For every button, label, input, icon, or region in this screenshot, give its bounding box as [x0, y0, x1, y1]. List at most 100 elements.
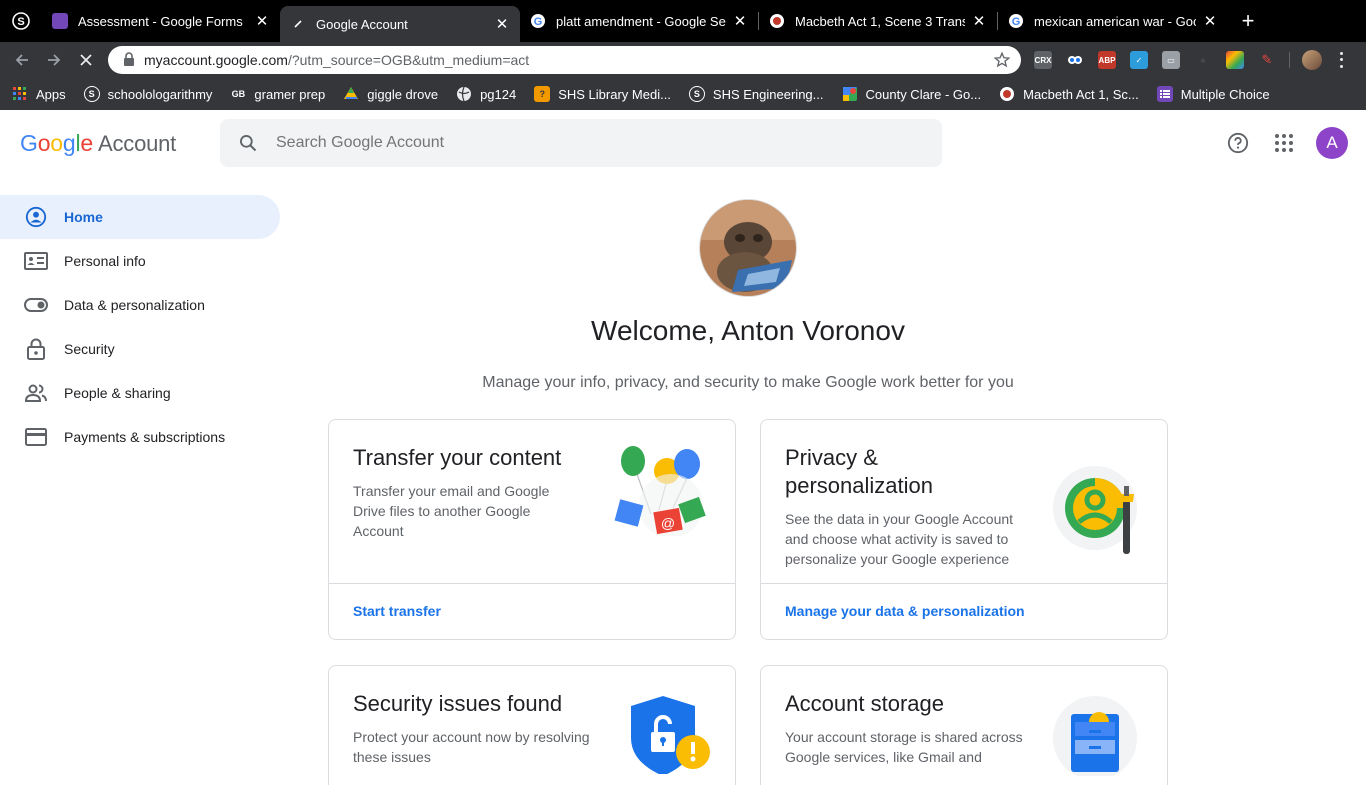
forward-button[interactable]	[38, 44, 70, 76]
balloons-illustration-icon: @	[611, 444, 711, 541]
bookmark-pg124[interactable]: pg124	[456, 86, 516, 102]
close-icon[interactable]: ✕	[494, 15, 510, 33]
google-account-page: GoogleAccount A Home Personal info	[0, 110, 1366, 785]
toolbar-separator	[1289, 52, 1290, 68]
back-button[interactable]	[6, 44, 38, 76]
card-description: See the data in your Google Account and …	[785, 511, 1014, 567]
bookmark-label: Macbeth Act 1, Sc...	[1023, 86, 1139, 102]
svg-text:G: G	[534, 16, 543, 28]
bookmark-star-icon[interactable]	[993, 51, 1011, 72]
lock-icon[interactable]	[114, 51, 144, 69]
manage-data-link[interactable]: Manage your data & personalization	[785, 603, 1025, 619]
bookmark-shs-engineering[interactable]: S SHS Engineering...	[688, 86, 824, 102]
profile-photo[interactable]	[699, 199, 797, 297]
bookmark-label: pg124	[480, 86, 517, 102]
tab-platt-amendment[interactable]: G platt amendment - Google Sea ✕	[520, 0, 758, 42]
lock-icon	[24, 337, 48, 361]
sidebar-item-payments[interactable]: Payments & subscriptions	[0, 415, 280, 459]
bookmark-gramer-prep[interactable]: GB gramer prep	[230, 86, 326, 102]
bookmark-multiple-choice[interactable]: Multiple Choice	[1156, 86, 1270, 102]
drive-icon	[343, 86, 359, 102]
account-storage-card: Account storage Your account storage is …	[760, 665, 1168, 785]
bookmarks-bar: Apps Sschoolologarithmy GB gramer prep gi…	[0, 78, 1366, 110]
close-icon[interactable]: ✕	[254, 12, 270, 30]
card-footer: Manage your data & personalization	[761, 583, 1167, 639]
card-description: Transfer your email and Google Drive fil…	[353, 483, 550, 539]
browser-tab-strip: S Assessment - Google Forms ✕ Google Acc…	[0, 0, 1366, 42]
tab-assessment[interactable]: Assessment - Google Forms ✕	[42, 0, 280, 42]
check-extension-icon[interactable]: ✓	[1130, 51, 1148, 69]
card-title: Security issues found	[353, 691, 563, 716]
google-account-logo[interactable]: Google Account	[20, 130, 176, 157]
bookmark-label: schoolologarithmy	[107, 86, 213, 102]
tab-macbeth[interactable]: Macbeth Act 1, Scene 3 Transla ✕	[759, 0, 997, 42]
owl-extension-icon[interactable]	[1066, 51, 1084, 69]
bookmark-apps[interactable]: Apps	[12, 86, 66, 102]
bookmark-label: SHS Engineering...	[712, 86, 824, 102]
sidebar-item-label: Personal info	[64, 253, 146, 269]
account-avatar[interactable]: A	[1316, 127, 1348, 159]
close-icon[interactable]: ✕	[971, 12, 987, 30]
tab-title: mexican american war - Google	[1034, 13, 1196, 29]
tab-google-account[interactable]: Google Account ✕	[280, 6, 520, 42]
privacy-illustration-icon	[1053, 464, 1143, 561]
sidebar-item-security[interactable]: Security	[0, 327, 280, 371]
forms-icon	[52, 13, 68, 29]
help-icon[interactable]	[1226, 131, 1250, 155]
start-transfer-link[interactable]: Start transfer	[353, 603, 441, 619]
sidebar-item-label: Security	[64, 341, 115, 357]
color-extension-icon[interactable]	[1226, 51, 1244, 69]
bookmark-schoolologarithmy[interactable]: Sschoolologarithmy	[83, 86, 213, 102]
tab-title: platt amendment - Google Sea	[556, 13, 726, 29]
new-tab-button[interactable]: +	[1228, 0, 1268, 42]
card-footer: Start transfer	[329, 583, 735, 639]
schoology-icon: S	[83, 86, 100, 102]
tab-title: Assessment - Google Forms	[78, 13, 243, 29]
url-host: myaccount.google.com	[144, 52, 288, 68]
account-search-bar[interactable]	[220, 119, 942, 167]
library-icon: ?	[534, 86, 551, 102]
more-menu-icon[interactable]	[1336, 50, 1346, 70]
stop-loading-button[interactable]	[70, 44, 102, 76]
tab-mexican-war[interactable]: G mexican american war - Google ✕	[998, 0, 1228, 42]
bookmark-giggle-drove[interactable]: giggle drove	[343, 86, 438, 102]
google-wordmark: Google	[20, 130, 93, 156]
schoology-tab-icon[interactable]: S	[0, 0, 42, 42]
search-input[interactable]	[276, 134, 876, 152]
privacy-personalization-card: Privacy & personalization See the data i…	[760, 419, 1168, 640]
address-bar[interactable]: myaccount.google.com/?utm_source=OGB&utm…	[108, 46, 1021, 74]
close-icon[interactable]: ✕	[1202, 12, 1218, 30]
gb-icon: GB	[231, 89, 246, 99]
id-card-icon	[24, 249, 48, 273]
bookmark-label: Multiple Choice	[1180, 86, 1270, 102]
bookmark-shs-library[interactable]: ? SHS Library Medi...	[534, 86, 671, 102]
bookmark-label: Apps	[36, 86, 66, 102]
close-icon[interactable]: ✕	[732, 12, 748, 30]
loading-icon	[290, 16, 306, 32]
search-icon[interactable]	[220, 133, 276, 153]
tab-title: Google Account	[316, 16, 408, 32]
sidebar-item-personal-info[interactable]: Personal info	[0, 239, 280, 283]
card-title: Transfer your content	[353, 445, 562, 470]
sidebar-item-data-personalization[interactable]: Data & personalization	[0, 283, 280, 327]
url-path: /?utm_source=OGB&utm_medium=act	[287, 52, 530, 68]
toggle-icon	[24, 293, 48, 317]
leaf-extension-icon[interactable]: ♣	[1194, 51, 1212, 69]
google-apps-icon[interactable]	[1272, 131, 1296, 155]
security-issues-card: Security issues found Protect your accou…	[328, 665, 736, 785]
red-pen-extension-icon[interactable]: ✎	[1258, 51, 1276, 69]
briefcase-extension-icon[interactable]: ▭	[1162, 51, 1180, 69]
crx-extension-icon[interactable]: CRX	[1034, 51, 1052, 69]
google-g-icon: G	[1008, 13, 1024, 29]
sidebar-item-home[interactable]: Home	[0, 195, 280, 239]
sidebar-item-people-sharing[interactable]: People & sharing	[0, 371, 280, 415]
profile-avatar-icon[interactable]	[1302, 50, 1322, 70]
site-icon	[999, 86, 1015, 102]
bookmark-label: gramer prep	[254, 86, 326, 102]
bookmark-county-clare[interactable]: County Clare - Go...	[842, 86, 982, 102]
bookmark-macbeth[interactable]: Macbeth Act 1, Sc...	[999, 86, 1139, 102]
bookmark-label: County Clare - Go...	[865, 86, 982, 102]
home-person-icon	[24, 205, 48, 229]
adblock-extension-icon[interactable]: ABP	[1098, 51, 1116, 69]
welcome-heading: Welcome, Anton Voronov	[591, 315, 905, 346]
